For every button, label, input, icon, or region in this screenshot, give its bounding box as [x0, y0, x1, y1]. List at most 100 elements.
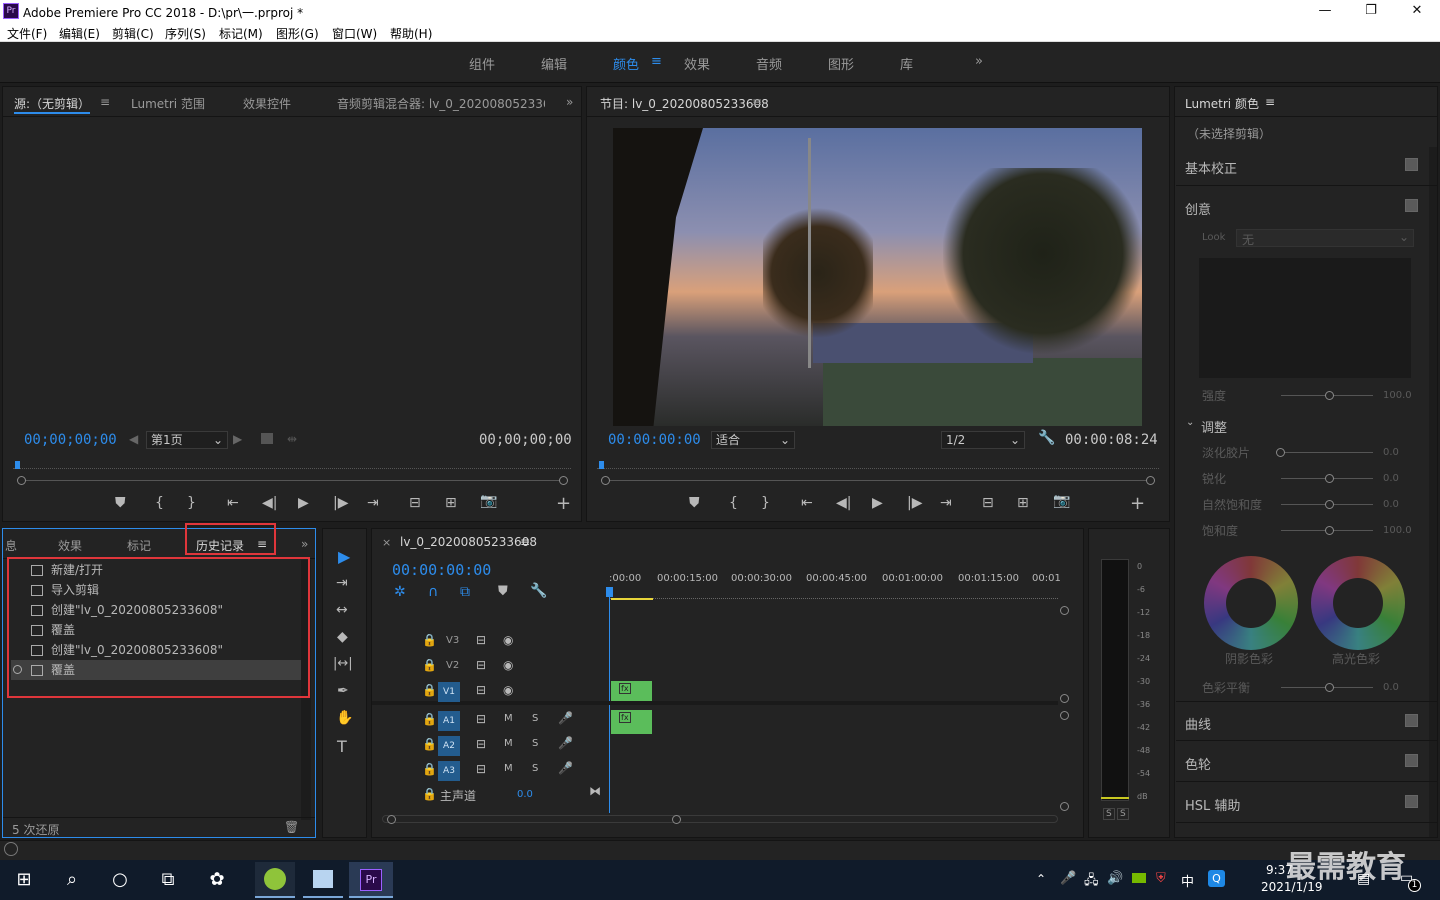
- add-marker-button[interactable]: ⛊: [689, 495, 700, 511]
- security-icon[interactable]: ⛨: [1156, 871, 1166, 886]
- menu-edit[interactable]: 编辑(E): [59, 25, 100, 42]
- timeline-playhead[interactable]: [609, 587, 610, 813]
- workspace-assembly[interactable]: 组件: [469, 54, 495, 73]
- go-to-out-button[interactable]: ⇥: [367, 495, 379, 511]
- lock-icon[interactable]: 🔒: [422, 762, 437, 776]
- snap-icon[interactable]: ∩: [428, 584, 438, 600]
- solo-left-button[interactable]: S: [1103, 808, 1115, 820]
- workspace-color[interactable]: 颜色: [613, 54, 639, 73]
- look-select[interactable]: 无 ⌄: [1236, 229, 1414, 247]
- sync-icon[interactable]: ⊟: [476, 712, 486, 726]
- lock-icon[interactable]: 🔒: [422, 787, 437, 801]
- mark-out-button[interactable]: }: [187, 495, 196, 511]
- network-icon[interactable]: 🖧: [1084, 871, 1099, 893]
- eye-icon[interactable]: ◉: [503, 633, 513, 647]
- mic-icon[interactable]: 🎤: [558, 761, 573, 775]
- workspace-more-icon[interactable]: »: [975, 54, 983, 69]
- sync-icon[interactable]: ⊟: [476, 658, 486, 672]
- track-label[interactable]: V2: [446, 660, 459, 671]
- intensity-knob[interactable]: [1325, 391, 1334, 400]
- program-menu-icon[interactable]: ≡: [752, 95, 762, 109]
- go-to-in-button[interactable]: ⇤: [227, 495, 239, 511]
- menu-file[interactable]: 文件(F): [7, 25, 47, 42]
- section-checkbox[interactable]: [1405, 199, 1418, 212]
- ime-indicator[interactable]: 中: [1181, 871, 1194, 890]
- mute-button[interactable]: M: [504, 738, 513, 749]
- section-checkbox[interactable]: [1405, 795, 1418, 808]
- adjust-knob[interactable]: [1325, 474, 1334, 483]
- sync-icon[interactable]: ⊟: [476, 633, 486, 647]
- workspace-audio[interactable]: 音频: [756, 54, 782, 73]
- adjust-value[interactable]: 0.0: [1383, 499, 1399, 510]
- add-marker-button[interactable]: ⛊: [115, 495, 126, 511]
- timeline-ruler[interactable]: [610, 589, 1058, 599]
- eye-icon[interactable]: ◉: [503, 658, 513, 672]
- balance-value[interactable]: 0.0: [1383, 682, 1399, 693]
- tab-effects[interactable]: 效果: [58, 537, 82, 554]
- notes-icon[interactable]: ▤: [1357, 871, 1370, 887]
- program-zoom-right-handle[interactable]: [1146, 476, 1155, 485]
- vscroll-handle[interactable]: [1060, 711, 1069, 720]
- program-ruler[interactable]: [597, 461, 1159, 469]
- sequence-menu-icon[interactable]: ≡: [520, 535, 530, 549]
- solo-button[interactable]: S: [532, 713, 538, 724]
- timeline-timecode[interactable]: 00:00:00:00: [392, 561, 491, 579]
- adjust-knob[interactable]: [1276, 448, 1285, 457]
- source-patch-a1[interactable]: A1: [438, 711, 460, 731]
- task-view-icon[interactable]: ⧉: [156, 868, 180, 892]
- add-marker-icon[interactable]: ⛊: [498, 584, 508, 599]
- source-zoom-left-handle[interactable]: [17, 476, 26, 485]
- hscroll-right-handle[interactable]: [672, 815, 681, 824]
- section-creative[interactable]: 创意: [1176, 187, 1438, 227]
- source-patch-a3[interactable]: A3: [438, 761, 460, 781]
- menu-marker[interactable]: 标记(M): [219, 25, 263, 42]
- program-playhead[interactable]: [599, 461, 604, 469]
- taskbar-premiere[interactable]: Pr: [349, 862, 393, 898]
- hscroll-left-handle[interactable]: [387, 815, 396, 824]
- balance-knob[interactable]: [1325, 683, 1334, 692]
- minimize-button[interactable]: —: [1302, 0, 1348, 23]
- close-button[interactable]: ✕: [1394, 0, 1440, 23]
- taskbar-app-1[interactable]: [255, 862, 295, 898]
- mic-icon[interactable]: 🎤: [558, 711, 573, 725]
- mute-button[interactable]: M: [504, 713, 513, 724]
- menu-graphics[interactable]: 图形(G): [276, 25, 319, 42]
- program-zoom-bar[interactable]: [607, 480, 1151, 481]
- export-frame-button[interactable]: 📷: [480, 493, 497, 509]
- menu-help[interactable]: 帮助(H): [390, 25, 432, 42]
- master-volume[interactable]: 0.0: [517, 789, 533, 800]
- program-title[interactable]: 节目: lv_0_20200805233608: [600, 95, 769, 112]
- pinwheel-app-icon[interactable]: ✿: [205, 868, 229, 892]
- nest-icon[interactable]: ✲: [394, 584, 406, 600]
- wrench-icon[interactable]: 🔧: [1038, 430, 1055, 446]
- windows-start-icon[interactable]: ⊞: [12, 868, 36, 892]
- trash-icon[interactable]: 🗑: [284, 820, 299, 834]
- slip-tool-icon[interactable]: |↔|: [333, 656, 353, 671]
- menu-window[interactable]: 窗口(W): [332, 25, 377, 42]
- microphone-icon[interactable]: 🎤: [1060, 871, 1076, 886]
- mark-in-button[interactable]: {: [729, 495, 738, 511]
- tab-markers[interactable]: 标记: [127, 537, 151, 554]
- tab-audio-mixer[interactable]: 音频剪辑混合器: lv_0_2020080523360: [337, 95, 545, 112]
- tab-source[interactable]: 源:（无剪辑）: [14, 95, 91, 114]
- drag-icon[interactable]: ⇹: [287, 432, 297, 446]
- mute-button[interactable]: M: [504, 763, 513, 774]
- workspace-graphics[interactable]: 图形: [828, 54, 854, 73]
- lift-button[interactable]: ⊟: [982, 495, 994, 511]
- step-back-button[interactable]: ◀|: [836, 495, 851, 511]
- section-curves[interactable]: 曲线: [1176, 701, 1438, 741]
- workspace-libraries[interactable]: 库: [900, 54, 913, 73]
- lumetri-title[interactable]: Lumetri 颜色: [1185, 95, 1259, 112]
- source-patch-a2[interactable]: A2: [438, 736, 460, 756]
- nvidia-icon[interactable]: [1132, 873, 1146, 883]
- tab-lumetri-scopes[interactable]: Lumetri 范围: [131, 95, 205, 112]
- tab-effect-controls[interactable]: 效果控件: [243, 95, 291, 112]
- workspace-menu-icon[interactable]: ≡: [651, 54, 662, 69]
- go-to-out-button[interactable]: ⇥: [940, 495, 952, 511]
- page-select[interactable]: 第1页 ⌄: [146, 431, 228, 449]
- section-basic-correction[interactable]: 基本校正: [1176, 146, 1438, 186]
- cortana-icon[interactable]: ○: [108, 868, 132, 892]
- adjust-knob[interactable]: [1325, 526, 1334, 535]
- source-zoom-right-handle[interactable]: [559, 476, 568, 485]
- step-forward-button[interactable]: |▶: [907, 495, 922, 511]
